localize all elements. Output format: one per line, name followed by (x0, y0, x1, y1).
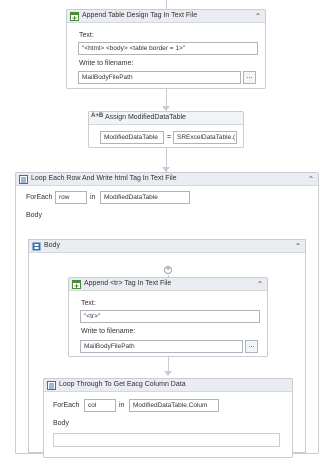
foreach-item-input[interactable]: row (55, 191, 87, 204)
assign-to-input[interactable]: ModifiedDataTable (100, 131, 164, 144)
text-input[interactable]: "<html> <body> <table border = 1>" (78, 42, 258, 55)
browse-button[interactable]: ... (245, 340, 258, 353)
assign-value-input[interactable]: SRExcelDataTable.( (173, 131, 237, 144)
foreach-label: ForEach (26, 194, 53, 201)
activity-title: Loop Through To Get Eacg Column Data (59, 381, 186, 388)
sequence-title: Body (44, 242, 60, 249)
activity-title: Assign ModifiedDataTable (105, 114, 186, 121)
text-input[interactable]: "<tr>" (80, 310, 260, 323)
sequence-icon (32, 242, 41, 251)
foreach-icon (19, 175, 28, 184)
connector-arrow (164, 371, 172, 376)
filename-input[interactable]: MailBodyFilePath (78, 71, 241, 84)
filename-input[interactable]: MailBodyFilePath (80, 340, 243, 353)
browse-button[interactable]: ... (243, 71, 256, 84)
in-label: in (90, 194, 96, 201)
activity-header[interactable]: Loop Each Row And Write html Tag In Text… (16, 173, 318, 186)
assign-activity[interactable]: A+B Assign ModifiedDataTable ModifiedDat… (88, 111, 244, 148)
double-chevron-up-icon[interactable]: ⌃ (255, 279, 265, 289)
text-label: Text: (79, 32, 94, 39)
activity-header[interactable]: Loop Through To Get Eacg Column Data (44, 379, 292, 392)
foreach-label: ForEach (53, 402, 80, 409)
append-file-icon (72, 280, 81, 289)
activity-header[interactable]: Append <tr> Tag In Text File ⌃ (69, 278, 267, 291)
loop-columns-activity[interactable]: Loop Through To Get Eacg Column Data For… (43, 378, 293, 458)
assign-icon: A+B (91, 113, 104, 119)
append-file-icon (70, 12, 79, 21)
double-chevron-up-icon[interactable]: ⌃ (306, 174, 316, 184)
append-tr-activity[interactable]: Append <tr> Tag In Text File ⌃ Text: "<t… (68, 277, 268, 357)
foreach-icon (47, 381, 56, 390)
filename-label: Write to filename: (79, 60, 134, 67)
activity-header[interactable]: A+B Assign ModifiedDataTable (89, 112, 243, 125)
activity-title: Append <tr> Tag In Text File (84, 280, 172, 287)
double-chevron-up-icon[interactable]: ⌃ (293, 241, 303, 251)
text-label: Text: (81, 300, 96, 307)
plus-circle-icon[interactable]: + (164, 266, 172, 274)
in-label: in (119, 402, 125, 409)
foreach-collection-input[interactable]: ModifiedDataTable (100, 191, 190, 204)
assign-operator: = (167, 134, 172, 141)
body-sequence[interactable]: Body ⌃ + Append <tr> Tag In Text File ⌃ … (28, 239, 306, 458)
column-body-dropzone[interactable] (53, 433, 280, 447)
activity-title: Loop Each Row And Write html Tag In Text… (31, 175, 177, 182)
double-chevron-up-icon[interactable]: ⌃ (253, 11, 263, 21)
sequence-header[interactable]: Body ⌃ (29, 240, 305, 253)
body-label: Body (53, 420, 69, 427)
filename-label: Write to filename: (81, 328, 136, 335)
append-table-design-activity[interactable]: Append Table Design Tag In Text File ⌃ T… (66, 9, 266, 89)
loop-each-row-activity[interactable]: Loop Each Row And Write html Tag In Text… (15, 172, 319, 458)
foreach-item-input[interactable]: col (84, 399, 116, 412)
connector-top (166, 0, 167, 9)
foreach-collection-input[interactable]: ModifiedDataTable.Colum (129, 399, 219, 412)
activity-title: Append Table Design Tag In Text File (82, 12, 198, 19)
activity-header[interactable]: Append Table Design Tag In Text File ⌃ (67, 10, 265, 23)
body-label: Body (26, 212, 42, 219)
